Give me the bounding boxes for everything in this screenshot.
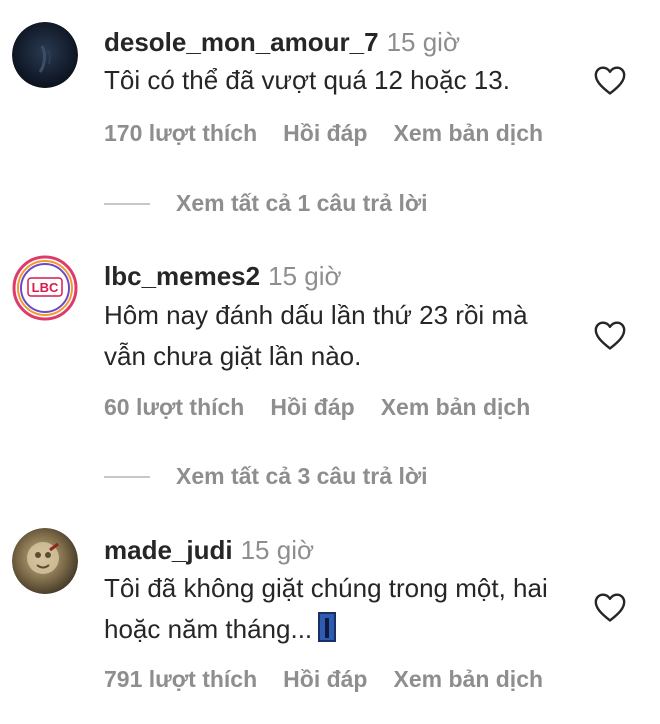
avatar-image bbox=[12, 528, 78, 594]
comment-header: made_judi 15 giờ bbox=[104, 535, 314, 566]
like-count-button[interactable]: 791 lượt thích bbox=[104, 666, 257, 692]
replies-divider bbox=[104, 475, 150, 478]
view-replies-label: Xem tất cả 1 câu trả lời bbox=[176, 190, 428, 216]
comment-text: Tôi có thể đã vượt quá 12 hoặc 13. bbox=[104, 65, 510, 95]
comment-header: desole_mon_amour_7 15 giờ bbox=[104, 27, 460, 58]
username-link[interactable]: desole_mon_amour_7 bbox=[104, 27, 379, 57]
comment-actions: 791 lượt thích Hồi đáp Xem bản dịch bbox=[104, 666, 569, 693]
avatar-image: LBC bbox=[12, 255, 78, 321]
avatar[interactable] bbox=[12, 528, 78, 594]
see-translation-button[interactable]: Xem bản dịch bbox=[394, 120, 544, 146]
like-count-button[interactable]: 60 lượt thích bbox=[104, 394, 244, 420]
heart-outline-icon[interactable] bbox=[593, 591, 627, 623]
reply-button[interactable]: Hồi đáp bbox=[270, 394, 354, 420]
replies-divider bbox=[104, 202, 150, 205]
view-replies-label: Xem tất cả 3 câu trả lời bbox=[176, 463, 428, 489]
username-link[interactable]: lbc_memes2 bbox=[104, 261, 260, 291]
avatar-logo-text: LBC bbox=[32, 280, 59, 295]
comment-actions: 60 lượt thích Hồi đáp Xem bản dịch bbox=[104, 394, 556, 421]
reply-button[interactable]: Hồi đáp bbox=[283, 120, 367, 146]
avatar[interactable] bbox=[12, 22, 78, 88]
comment-header: lbc_memes2 15 giờ bbox=[104, 261, 342, 292]
jeans-emoji-icon bbox=[318, 612, 337, 642]
avatar[interactable]: LBC bbox=[12, 255, 78, 321]
timestamp[interactable]: 15 giờ bbox=[387, 27, 460, 57]
see-translation-button[interactable]: Xem bản dịch bbox=[394, 666, 544, 692]
reply-button[interactable]: Hồi đáp bbox=[283, 666, 367, 692]
view-replies-button[interactable]: Xem tất cả 3 câu trả lời bbox=[104, 463, 428, 490]
heart-outline-icon[interactable] bbox=[593, 319, 627, 351]
comment-text: Hôm nay đánh dấu lần thứ 23 rồi mà vẫn c… bbox=[104, 300, 528, 371]
comment-actions: 170 lượt thích Hồi đáp Xem bản dịch bbox=[104, 120, 569, 147]
avatar-image bbox=[12, 22, 78, 88]
timestamp[interactable]: 15 giờ bbox=[241, 535, 314, 565]
timestamp[interactable]: 15 giờ bbox=[268, 261, 341, 291]
view-replies-button[interactable]: Xem tất cả 1 câu trả lời bbox=[104, 190, 428, 217]
username-link[interactable]: made_judi bbox=[104, 535, 233, 565]
heart-outline-icon[interactable] bbox=[593, 64, 627, 96]
see-translation-button[interactable]: Xem bản dịch bbox=[381, 394, 531, 420]
comment-text: Tôi đã không giặt chúng trong một, hai h… bbox=[104, 568, 574, 650]
like-count-button[interactable]: 170 lượt thích bbox=[104, 120, 257, 146]
